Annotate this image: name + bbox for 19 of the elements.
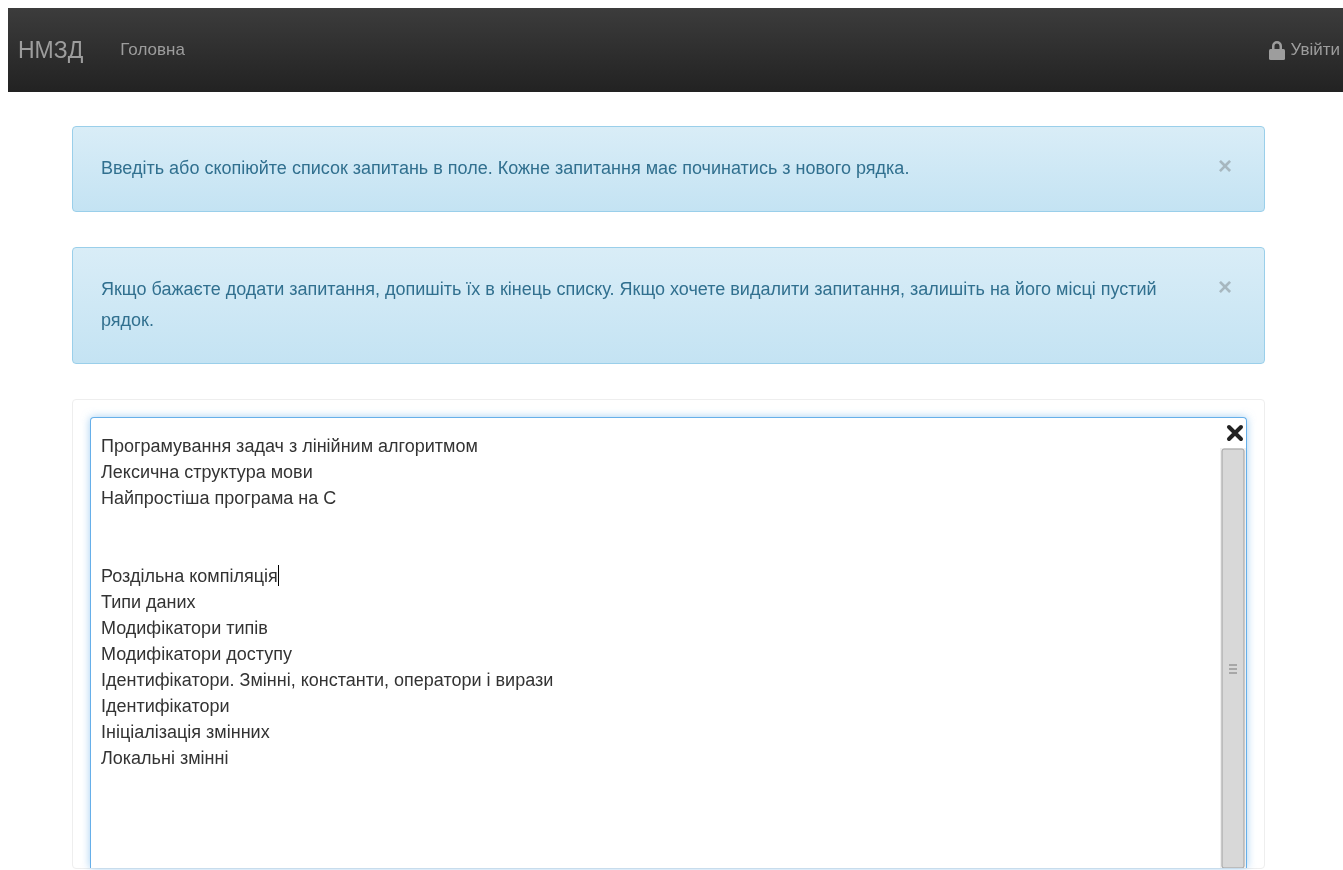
question-line: Модифікатори доступу bbox=[101, 643, 293, 666]
scrollbar[interactable] bbox=[1220, 448, 1246, 868]
lock-icon bbox=[1267, 40, 1286, 60]
close-icon[interactable] bbox=[1226, 424, 1244, 442]
question-line: Ініціалізація змінних bbox=[101, 721, 271, 744]
question-line: Найпростіша програма на С bbox=[101, 487, 338, 510]
question-line: Типи даних bbox=[101, 591, 197, 614]
question-line: Програмування задач з лінійним алгоритмом bbox=[101, 435, 479, 458]
brand-name[interactable]: НМЗД bbox=[18, 36, 84, 64]
alert-text: Введіть або скопіюйте список запитань в поле. Кожне запитання має починатись з нового рядка. bbox=[101, 157, 911, 180]
question-line: Локальні змінні bbox=[101, 747, 230, 770]
nav-link[interactable]: Головна bbox=[120, 40, 185, 60]
login-link[interactable]: Увійти bbox=[1267, 40, 1343, 60]
question-line: Роздільна компіляція bbox=[101, 564, 280, 588]
question-line: Ідентифікатори. Змінні, константи, оператори і вирази bbox=[101, 669, 555, 692]
question-line: Модифікатори типів bbox=[101, 617, 269, 640]
question-line: Лексична структура мови bbox=[101, 461, 314, 484]
alert-text: Якщо бажаєте додати запитання, допишіть їх в кінець списку. Якщо хочете видалити запитання, залишіть на його місці пустий рядок. bbox=[101, 278, 1158, 332]
question-line: Ідентифікатори bbox=[101, 695, 231, 718]
